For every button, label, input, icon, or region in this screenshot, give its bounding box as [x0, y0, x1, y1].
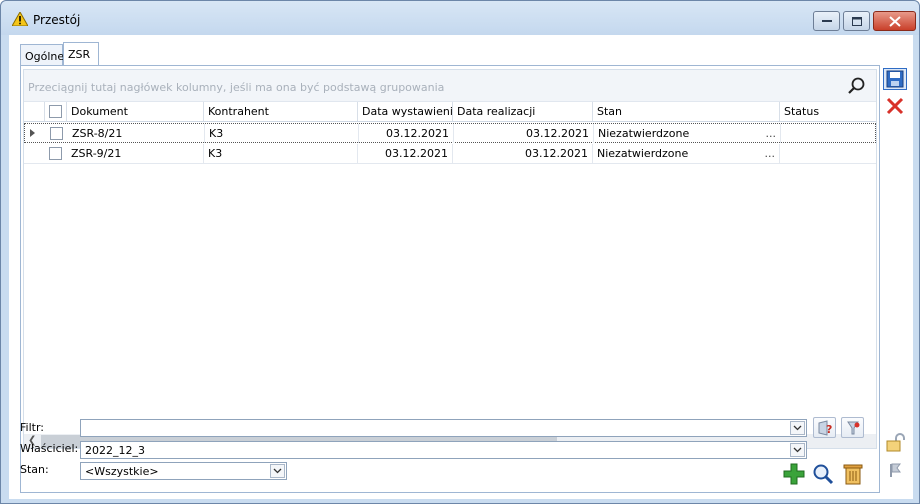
wlasciciel-label: Właściciel: [20, 442, 79, 455]
preview-button[interactable] [811, 463, 835, 485]
header-select-all[interactable] [45, 102, 67, 121]
cell-kontrahent: K3 [204, 144, 358, 163]
table-row[interactable]: ZSR-8/21 K3 03.12.2021 03.12.2021 Niezat… [24, 123, 876, 143]
warning-icon [12, 12, 28, 26]
header-indicator [24, 102, 45, 121]
grid-header: Dokument Kontrahent Data wystawienia Dat… [24, 102, 876, 122]
group-by-area[interactable]: Przeciągnij tutaj nagłówek kolumny, jeśl… [24, 70, 876, 102]
column-header-kontrahent[interactable]: Kontrahent [204, 102, 358, 121]
filter-build-button[interactable] [841, 417, 864, 438]
select-all-checkbox[interactable] [49, 105, 62, 118]
filter-wand-icon [846, 421, 859, 434]
column-header-dokument[interactable]: Dokument [67, 102, 204, 121]
stan-value: <Wszystkie> [85, 465, 159, 478]
cell-dokument: ZSR-9/21 [67, 144, 204, 163]
filtr-dropdown-button[interactable] [790, 421, 805, 435]
column-header-stan[interactable]: Stan [593, 102, 780, 121]
window-title: Przestój [33, 13, 81, 27]
chevron-down-icon [793, 447, 802, 453]
row-checkbox[interactable] [50, 127, 63, 140]
column-header-data-realizacji[interactable]: Data realizacji [453, 102, 593, 121]
cell-dokument: ZSR-8/21 [68, 124, 205, 143]
row-checkbox[interactable] [49, 147, 62, 160]
cell-data-wystawienia: 03.12.2021 [358, 144, 453, 163]
cell-data-realizacji: 03.12.2021 [454, 124, 594, 143]
filtr-combo[interactable] [80, 419, 807, 437]
add-button[interactable] [782, 463, 806, 485]
cell-kontrahent: K3 [205, 124, 359, 143]
chevron-down-icon [273, 468, 282, 474]
close-window-button[interactable] [873, 11, 916, 31]
documents-grid: Przeciągnij tutaj nagłówek kolumny, jeśl… [23, 69, 877, 449]
unlock-button[interactable] [883, 432, 907, 454]
cell-data-wystawienia: 03.12.2021 [359, 124, 454, 143]
maximize-icon [851, 16, 862, 26]
cell-stan: Niezatwierdzone ... [593, 144, 780, 163]
bookmark-icon [890, 463, 901, 477]
bookmark-button[interactable] [883, 459, 907, 481]
chevron-down-icon [793, 425, 802, 431]
column-header-data-wystawienia[interactable]: Data wystawienia [358, 102, 453, 121]
trash-icon [843, 464, 863, 485]
cell-status [781, 124, 876, 143]
tab-zsr[interactable]: ZSR [63, 42, 99, 66]
cell-stan: Niezatwierdzone ... [594, 124, 781, 143]
stan-label: Stan: [20, 463, 49, 476]
close-icon [886, 97, 904, 115]
group-by-hint: Przeciągnij tutaj nagłówek kolumny, jeśl… [28, 81, 445, 94]
svg-text:?: ? [826, 423, 832, 436]
title-bar: Przestój [1, 1, 919, 35]
stan-dropdown-button[interactable] [270, 464, 285, 478]
cell-status [780, 144, 876, 163]
plus-icon [783, 463, 805, 485]
question-icon: ? [818, 419, 832, 436]
minimize-button[interactable] [813, 11, 840, 31]
row-indicator-icon [30, 129, 35, 137]
magnifier-icon [813, 464, 834, 485]
save-icon [886, 70, 904, 88]
close-icon [888, 15, 901, 27]
save-button[interactable] [883, 68, 907, 90]
maximize-button[interactable] [843, 11, 870, 31]
cell-data-realizacji: 03.12.2021 [453, 144, 593, 163]
wlasciciel-combo[interactable]: 2022_12_3 [80, 441, 807, 459]
filter-help-button[interactable]: ? [813, 417, 836, 438]
search-icon[interactable] [846, 76, 866, 96]
column-header-status[interactable]: Status [780, 102, 876, 121]
window: Przestój Ogólne ZSR Przeciągnij tutaj na… [0, 0, 920, 504]
delete-button[interactable] [841, 463, 865, 485]
filtr-label: Filtr: [20, 421, 44, 434]
wlasciciel-value: 2022_12_3 [85, 444, 145, 457]
unlock-icon [886, 433, 905, 452]
minimize-icon [821, 20, 832, 22]
cell-stan-text: Niezatwierdzone [598, 127, 690, 140]
cell-stan-text: Niezatwierdzone [597, 147, 689, 160]
stan-ellipsis-button[interactable]: ... [766, 127, 777, 140]
table-row[interactable]: ZSR-9/21 K3 03.12.2021 03.12.2021 Niezat… [24, 144, 876, 164]
window-client: Ogólne ZSR Przeciągnij tutaj nagłówek ko… [9, 35, 913, 499]
stan-ellipsis-button[interactable]: ... [765, 147, 776, 160]
stan-combo[interactable]: <Wszystkie> [80, 462, 287, 480]
cancel-button[interactable] [883, 95, 907, 117]
wlasciciel-dropdown-button[interactable] [790, 443, 805, 457]
tab-ogolne[interactable]: Ogólne [20, 44, 64, 66]
